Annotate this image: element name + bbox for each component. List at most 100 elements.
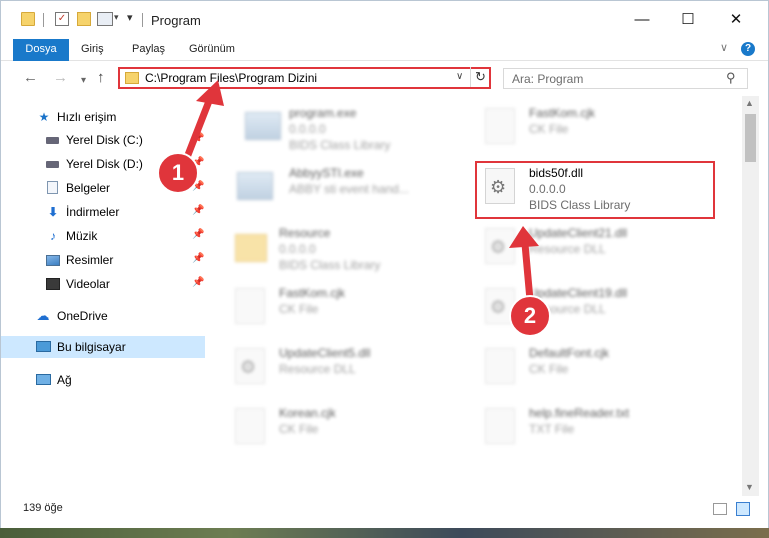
customize-toolbar-icon[interactable]: ▾ [127, 11, 133, 24]
chevron-down-icon[interactable]: ∨ [720, 41, 728, 54]
up-arrow-icon[interactable]: ↑ [97, 69, 105, 87]
pin-icon[interactable]: 📌 [192, 277, 204, 288]
dll-file-icon: ⚙ [485, 228, 515, 264]
sidebar-item-videos[interactable]: Videolar 📌 [1, 273, 207, 295]
search-placeholder: Ara: Program [512, 72, 584, 86]
step-badge-1: 1 [157, 152, 199, 194]
scroll-thumb[interactable] [745, 114, 756, 162]
address-path[interactable]: C:\Program Files\Program Dizini [145, 71, 317, 85]
sidebar-item-label: Videolar [66, 277, 110, 291]
new-folder-icon[interactable] [77, 12, 91, 26]
minimize-button[interactable]: — [619, 1, 665, 39]
sidebar-item-network[interactable]: Ağ [1, 369, 207, 391]
pin-icon[interactable]: 📌 [192, 253, 204, 264]
sidebar-item-label: Hızlı erişim [57, 110, 117, 124]
address-bar[interactable]: C:\Program Files\Program Dizini ∨ ↻ [118, 67, 491, 89]
details-view-icon[interactable] [713, 503, 727, 515]
list-item[interactable]: FastKom.cjk CK File [227, 282, 457, 338]
sidebar-item-onedrive[interactable]: ☁ OneDrive [1, 305, 207, 327]
gear-icon: ⚙ [490, 237, 507, 257]
tab-share[interactable]: Paylaş [124, 39, 173, 61]
drive-icon [46, 137, 59, 144]
sidebar-item-label: Belgeler [66, 181, 111, 195]
search-input[interactable]: Ara: Program ⚲ [503, 68, 748, 89]
gear-icon: ⚙ [240, 357, 257, 377]
file-type: TXT File [529, 422, 575, 436]
list-item[interactable]: program.exe 0.0.0.0 BIDS Class Library [237, 102, 467, 158]
file-name: AbbyySTI.exe [289, 166, 364, 180]
scroll-up-icon[interactable]: ▲ [745, 98, 754, 108]
sidebar-item-label: Resimler [66, 253, 114, 267]
tab-home[interactable]: Giriş [73, 39, 112, 61]
folder-icon[interactable] [21, 12, 35, 26]
list-item[interactable]: Resource 0.0.0.0 BIDS Class Library [227, 222, 457, 278]
sidebar-item-pictures[interactable]: Resimler 📌 [1, 249, 207, 271]
file-list: program.exe 0.0.0.0 BIDS Class Library F… [207, 96, 741, 496]
file-type: Resource DLL [279, 362, 356, 376]
desktop-background [0, 528, 769, 538]
search-icon[interactable]: ⚲ [726, 70, 736, 86]
folder-icon [235, 234, 267, 262]
file-description: BIDS Class Library [279, 258, 381, 272]
document-icon [235, 288, 265, 324]
back-arrow-icon[interactable]: ← [23, 69, 38, 87]
file-name: FastKom.cjk [529, 106, 596, 120]
tab-file[interactable]: Dosya [13, 39, 69, 61]
explorer-window: ✓ ▾ ▾ Program — ☐ ✕ Dosya Giriş Paylaş G… [0, 0, 769, 530]
item-count: 139 öğe [23, 502, 63, 514]
sidebar-item-music[interactable]: ♪ Müzik 📌 [1, 225, 207, 247]
list-item[interactable]: FastKom.cjk CK File [477, 102, 707, 158]
folder-icon [125, 72, 139, 84]
list-item[interactable]: ⚙ UpdateClient21.dll Resource DLL [477, 222, 707, 278]
list-item[interactable]: Korean.cjk CK File [227, 402, 457, 458]
recent-locations-chevron-icon[interactable]: ▾ [81, 72, 86, 90]
computer-icon [36, 341, 51, 352]
ribbon-tabs: Dosya Giriş Paylaş Görünüm ∨ ? [1, 39, 768, 61]
file-name: help.fineReader.txt [529, 406, 630, 420]
sidebar-item-label: Yerel Disk (D:) [66, 157, 143, 171]
file-name: UpdateClient21.dll [529, 226, 628, 240]
scroll-down-icon[interactable]: ▼ [745, 482, 754, 492]
file-name: FastKom.cjk [279, 286, 346, 300]
separator [142, 13, 143, 27]
sidebar-item-downloads[interactable]: ⬇ İndirmeler 📌 [1, 201, 207, 223]
help-icon[interactable]: ? [741, 42, 755, 56]
music-note-icon: ♪ [50, 229, 56, 243]
status-bar: 139 öğe [1, 498, 768, 520]
file-name: Resource [279, 226, 331, 240]
file-type: CK File [279, 422, 319, 436]
pin-icon[interactable]: 📌 [192, 133, 204, 144]
maximize-button[interactable]: ☐ [665, 1, 711, 39]
document-icon [485, 348, 515, 384]
sidebar-item-label: OneDrive [57, 309, 108, 323]
refresh-icon[interactable]: ↻ [470, 67, 490, 87]
step-badge-2: 2 [509, 295, 551, 337]
file-name: UpdateClient19.dll [529, 286, 628, 300]
list-item[interactable]: DefaultFont.cjk CK File [477, 342, 707, 398]
tab-view[interactable]: Görünüm [181, 39, 243, 61]
pin-icon[interactable]: 📌 [192, 205, 204, 216]
properties-check-icon[interactable]: ✓ [55, 12, 69, 26]
sidebar-item-quick-access[interactable]: ★ Hızlı erişim [1, 106, 207, 128]
sidebar-item-label: İndirmeler [66, 205, 120, 219]
sidebar-item-this-pc[interactable]: Bu bilgisayar [1, 336, 205, 358]
star-icon: ★ [38, 110, 50, 124]
forward-arrow-icon[interactable]: → [53, 69, 68, 87]
file-version: 0.0.0.0 [279, 242, 316, 256]
chevron-down-icon[interactable]: ∨ [456, 71, 463, 82]
list-item[interactable]: AbbyySTI.exe ABBY sti event hand... [229, 162, 459, 218]
pin-icon[interactable]: 📌 [192, 229, 204, 240]
sidebar-item-local-disk-c[interactable]: Yerel Disk (C:) 📌 [1, 129, 207, 151]
list-item[interactable]: ⚙ UpdateClient5.dll Resource DLL [227, 342, 457, 398]
view-options-icon[interactable] [97, 12, 113, 26]
file-description: ABBY sti event hand... [289, 182, 409, 196]
file-description: BIDS Class Library [289, 138, 391, 152]
list-item[interactable]: help.fineReader.txt TXT File [477, 402, 707, 458]
documents-icon [47, 181, 58, 194]
close-button[interactable]: ✕ [713, 1, 759, 39]
chevron-down-icon[interactable]: ▾ [114, 12, 119, 23]
vertical-scrollbar[interactable]: ▲ ▼ [742, 96, 759, 496]
pictures-icon [46, 255, 60, 266]
application-icon [245, 112, 281, 140]
large-icons-view-icon[interactable] [736, 502, 750, 516]
